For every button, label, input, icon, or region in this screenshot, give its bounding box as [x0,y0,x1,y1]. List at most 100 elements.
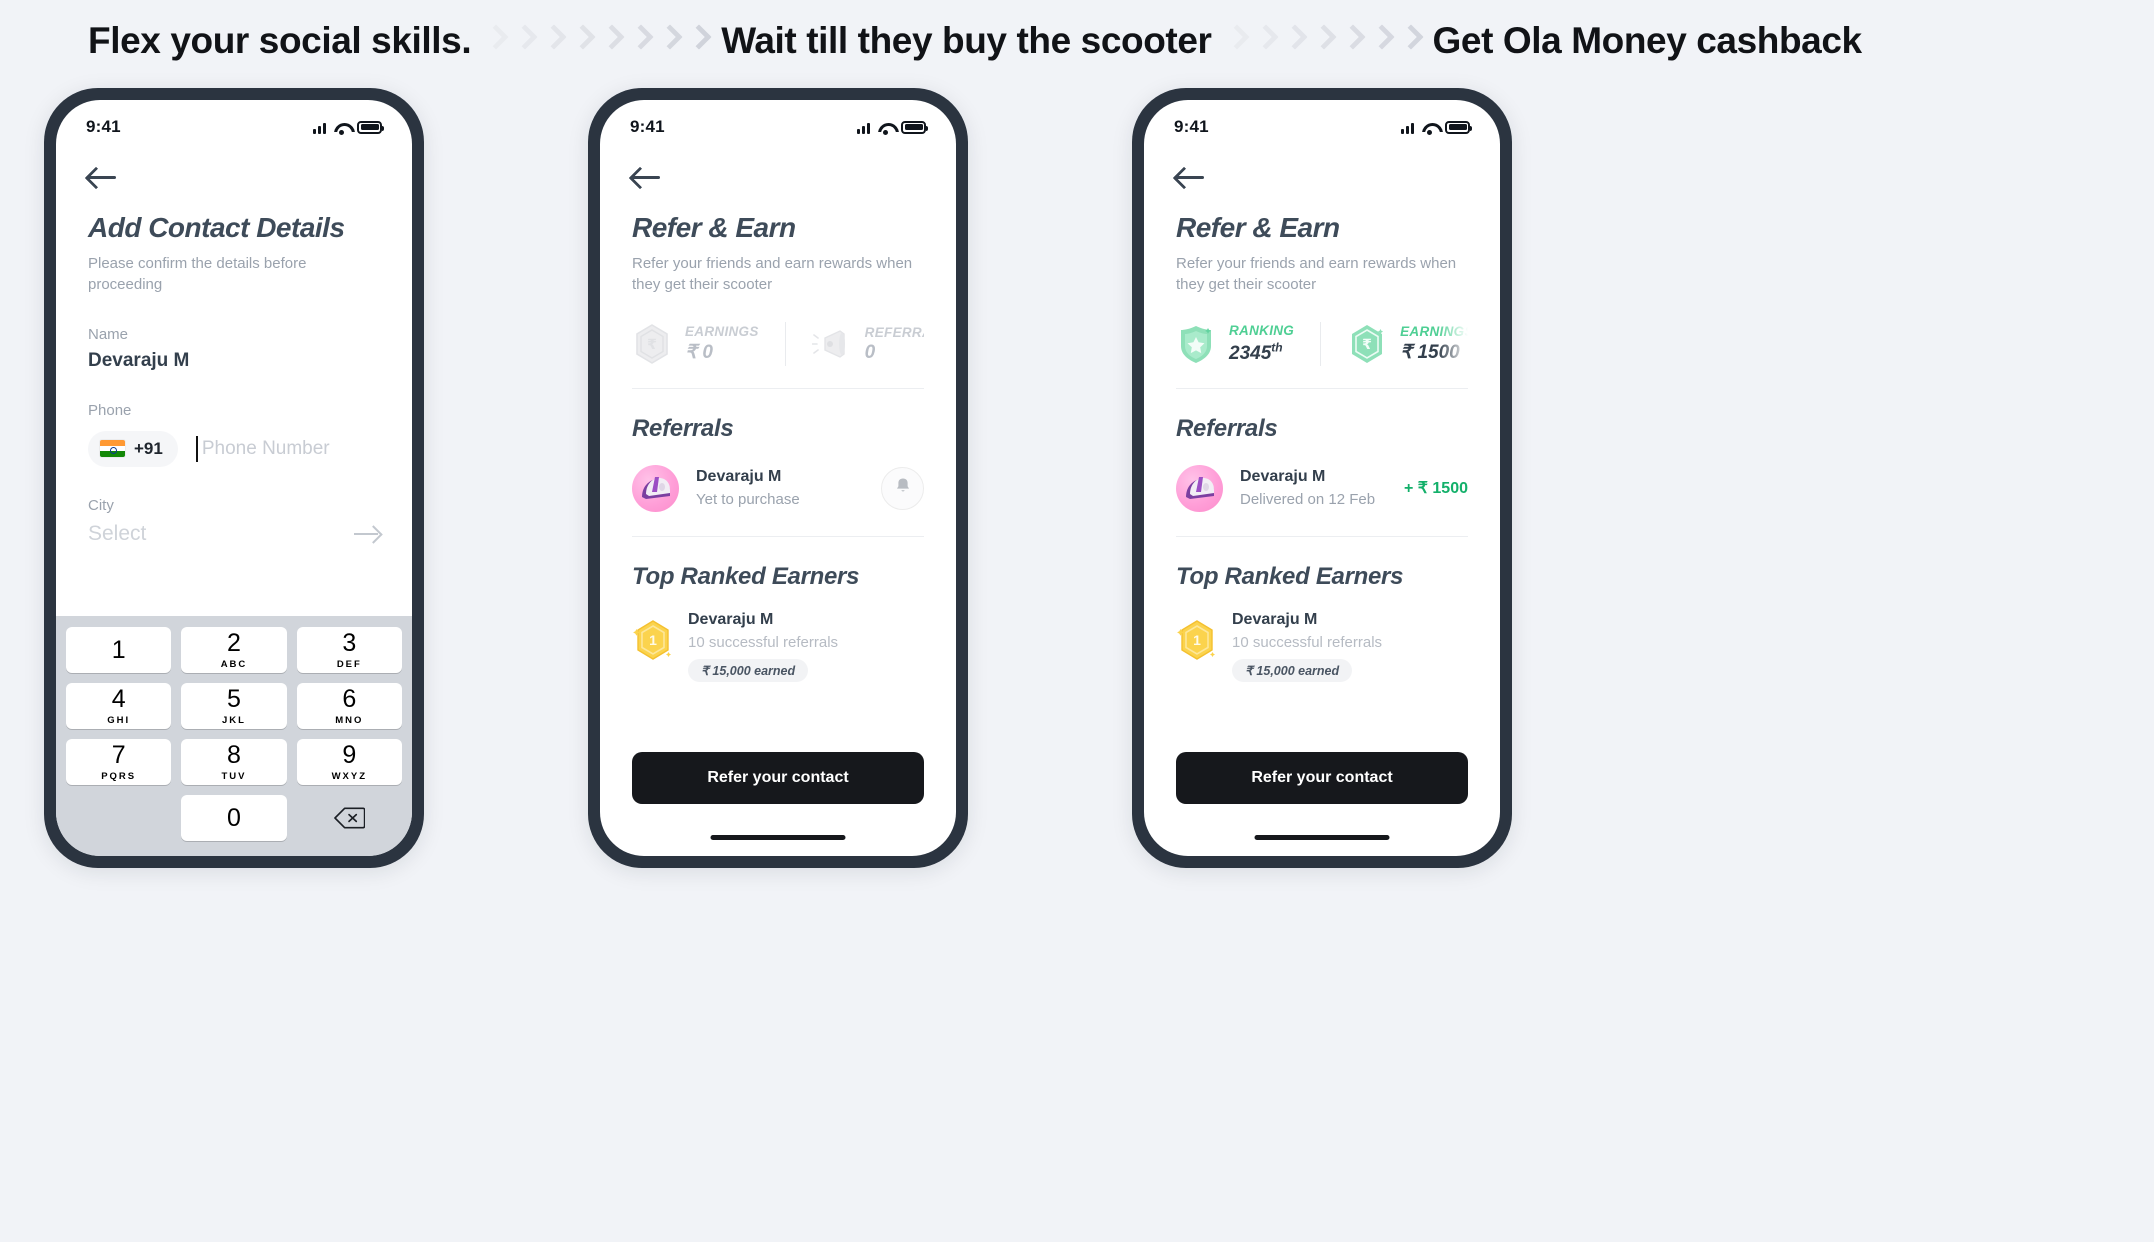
referral-name: Devaraju M [1240,468,1326,486]
earner-name: Devaraju M [688,610,774,628]
earner-amount-badge: ₹ 15,000 earned [1232,658,1353,682]
rupee-coin-icon: ₹ [632,322,672,366]
stat-earnings: ₹ EARNINGS ₹ 0 [632,322,785,366]
home-indicator [710,835,846,840]
field-name: Name Devaraju M [88,326,380,372]
page-subtitle: Please confirm the details before procee… [88,255,307,294]
key-6[interactable]: 6 MNO [296,683,402,729]
stat-ordinal: th [1271,340,1283,355]
phone-mock-add-contact: 9:41 Add Contact Details Please confirm … [44,88,424,868]
page-title: Add Contact Details [88,212,345,243]
back-arrow-icon[interactable] [1176,166,1206,188]
key-digit: 6 [342,684,357,713]
key-letters: GHI [107,714,131,726]
earner-sub: 10 successful referrals [1232,633,1383,651]
key-digit: 8 [227,740,241,769]
referral-list-item[interactable]: Devaraju M Delivered on 12 Feb + ₹ 1500 [1176,464,1468,537]
key-digit: 3 [342,628,357,657]
chevron-right-icon [601,25,620,57]
screen-refer-earn-rewarded: 9:41 Refer & Earn Refer your friends and… [1144,100,1500,856]
phone-mock-refer-earn-empty: 9:41 Refer & Earn Refer your friends and… [588,88,968,868]
battery-icon [901,120,928,134]
caption-3: Get Ola Money cashback [1432,20,1863,61]
arrow-right-icon [354,526,380,542]
text-caret [195,435,198,462]
referral-name: Devaraju M [696,468,782,486]
key-0[interactable]: 0 [181,795,287,841]
phone-number-input[interactable]: Phone Number [202,438,330,460]
status-clock: 9:41 [630,117,665,136]
chevron-right-icon [485,25,504,57]
avatar [632,464,679,512]
status-clock: 9:41 [1174,117,1209,136]
refer-contact-button[interactable]: Refer your contact [1176,752,1468,804]
key-8[interactable]: 8 TUV [181,739,287,785]
chevron-run-1 [485,25,707,57]
status-bar: 9:41 [600,100,956,144]
city-label: City [88,496,114,514]
key-7[interactable]: 7 PQRS [66,739,172,785]
rank-medal-icon: 1 [632,617,674,663]
earner-sub: 10 successful referrals [688,633,839,651]
screen-add-contact: 9:41 Add Contact Details Please confirm … [56,100,412,856]
referral-list-item[interactable]: Devaraju M Yet to purchase [632,464,924,537]
screen-refer-earn-empty: 9:41 Refer & Earn Refer your friends and… [600,100,956,856]
delete-icon [333,807,365,829]
key-backspace[interactable] [297,795,402,841]
battery-icon [1445,120,1472,134]
battery-icon [357,120,384,134]
key-letters: JKL [222,714,246,726]
chevron-right-icon [1255,25,1274,57]
page-subtitle: Refer your friends and earn rewards when… [632,255,913,294]
key-2[interactable]: 2 ABC [181,627,287,673]
wifi-icon [877,122,894,135]
key-1[interactable]: 1 [66,627,172,673]
stat-value: ₹ 1500 [1400,342,1460,364]
shield-star-icon [1176,322,1216,366]
key-letters: ABC [220,658,248,670]
megaphone-icon [811,322,852,366]
remind-button[interactable] [881,466,924,510]
key-9[interactable]: 9 WXYZ [296,739,402,785]
key-letters: DEF [336,658,362,670]
keypad-row: 4 GHI 5 JKL 6 MNO [61,678,407,734]
city-selector[interactable]: Select [88,522,380,546]
back-arrow-icon[interactable] [632,166,662,188]
caption-1: Flex your social skills. [88,20,472,61]
stats-row: ₹ EARNINGS ₹ 0 REFERR 0 [632,321,924,389]
back-arrow-icon[interactable] [88,166,118,188]
stat-value: ₹ 0 [685,342,713,364]
stat-value: 2345th [1229,340,1283,364]
key-3[interactable]: 3 DEF [296,627,402,673]
cellular-signal-icon [1401,122,1414,134]
rank-number: 1 [649,632,657,648]
country-code-selector[interactable]: +91 [88,430,178,467]
earner-list-item: 1 Devaraju M 10 successful referrals ₹ 1… [1176,611,1468,682]
chevron-right-icon [1342,25,1361,57]
referral-status: Delivered on 12 Feb [1240,491,1376,509]
referrals-title: Referrals [1176,414,1278,442]
status-bar: 9:41 [56,100,412,144]
key-4[interactable]: 4 GHI [66,683,172,729]
bell-icon [893,476,913,501]
refer-contact-button[interactable]: Refer your contact [632,752,924,804]
chevron-run-2 [1226,25,1419,57]
chevron-right-icon [1371,25,1390,57]
key-digit: 2 [227,628,241,657]
key-digit: 0 [227,803,241,832]
country-code-value: +91 [134,438,163,458]
key-5[interactable]: 5 JKL [181,683,287,729]
phone-label: Phone [88,401,132,419]
stat-caption: REFERRALS [864,324,924,340]
stat-number: 2345 [1229,342,1272,364]
numeric-keypad: 1 2 ABC 3 DEF 4 GHI 5 JKL 6 MNO 7 PQRS 8… [56,616,412,856]
svg-text:₹: ₹ [647,337,657,353]
stat-caption: EARNINGS [685,324,759,340]
keypad-row: 1 2 ABC 3 DEF [61,622,407,678]
referral-amount: + ₹ 1500 [1403,480,1468,498]
phone-mock-refer-earn-rewarded: 9:41 Refer & Earn Refer your friends and… [1132,88,1512,868]
chevron-right-icon [1284,25,1303,57]
key-letters: PQRS [101,770,137,782]
earner-list-item: 1 Devaraju M 10 successful referrals ₹ 1… [632,611,924,682]
chevron-right-icon [514,25,533,57]
